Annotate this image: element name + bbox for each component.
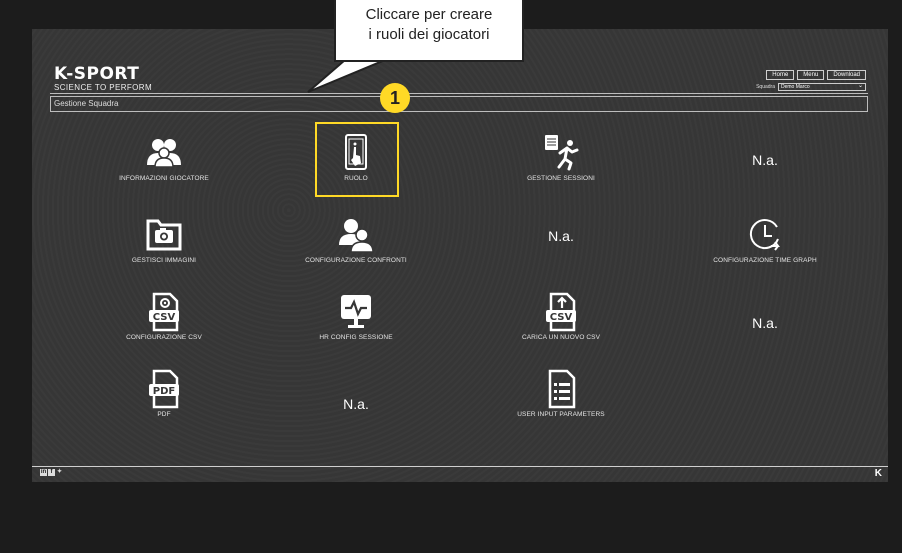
instruction-callout: Cliccare per creare i ruoli dei giocator… xyxy=(334,0,524,62)
step-number-badge: 1 xyxy=(380,83,410,113)
callout-pointer xyxy=(307,58,386,93)
callout-line-1: Cliccare per creare xyxy=(365,6,493,23)
screenshot-stage: K-SPORT SCIENCE TO PERFORM Home Menu Dow… xyxy=(0,0,902,553)
callout-line-2: i ruoli dei giocatori xyxy=(368,26,490,43)
